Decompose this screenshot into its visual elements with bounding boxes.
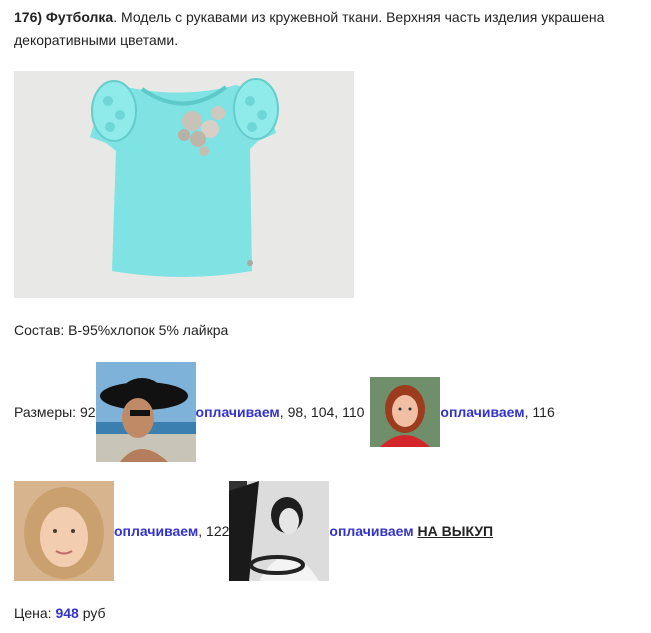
buyer-avatar-car[interactable] [229, 481, 330, 581]
buyer-avatar-blonde[interactable] [14, 481, 114, 581]
pay-link[interactable]: оплачиваем [196, 404, 280, 420]
sizes-text: , 116 [524, 404, 555, 420]
price-label: Цена: [14, 605, 56, 621]
price: Цена: 948 руб [14, 603, 106, 623]
product-title: 176) Футболка [14, 9, 114, 25]
product-photo [14, 71, 354, 298]
pay-link[interactable]: оплачиваем [440, 404, 524, 420]
pay-link[interactable]: оплачиваем [329, 523, 413, 539]
sizes-row: Размеры: 92 оплачиваем , 98, 104, 110 оп… [14, 362, 555, 462]
price-value: 948 [55, 605, 79, 621]
pay-link[interactable]: оплачиваем [114, 523, 198, 539]
product-description: 176) Футболка. Модель с рукавами из круж… [14, 6, 649, 52]
buyer-avatar-redhead[interactable] [370, 377, 441, 447]
sizes-label: Размеры: 92 [14, 404, 96, 420]
composition-text: Состав: В-95%хлопок 5% лайкра [14, 322, 229, 338]
buyout-link[interactable]: НА ВЫКУП [418, 523, 494, 539]
buyer-avatar-hat[interactable] [95, 362, 196, 462]
sizes-row: оплачиваем , 122 оплачиваем НА ВЫКУП [14, 481, 493, 581]
sizes-text: , 98, 104, 110 [279, 404, 365, 420]
sizes-text: , 122 [198, 523, 230, 539]
price-currency: руб [78, 605, 106, 621]
